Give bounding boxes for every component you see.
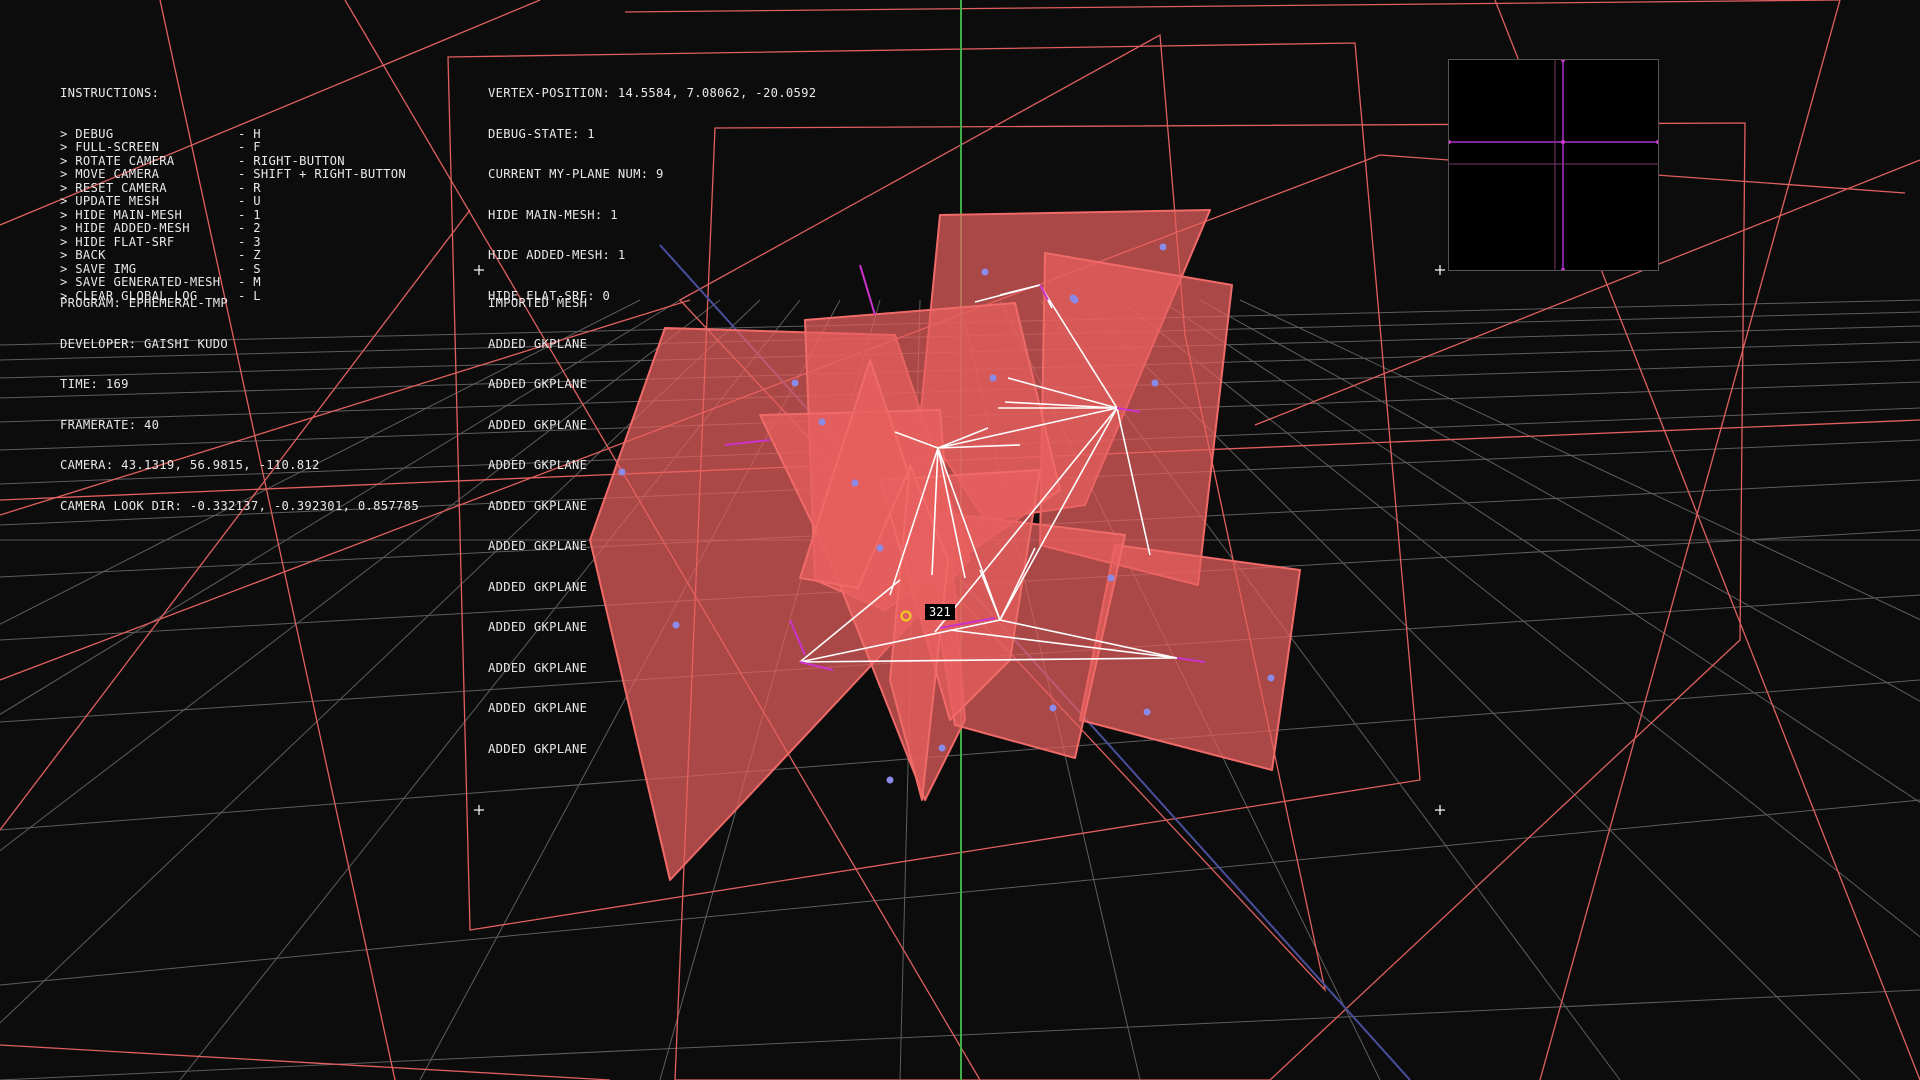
instruction-action: > DEBUG [60, 126, 114, 141]
instruction-key: - SHIFT + RIGHT-BUTTON [238, 167, 407, 181]
instruction-action: > HIDE FLAT-SRF [60, 234, 175, 249]
program-info-line: TIME: 169 [60, 377, 129, 391]
instruction-row: > HIDE FLAT-SRF - 3 [60, 235, 261, 250]
instruction-row: > RESET CAMERA - R [60, 181, 261, 196]
log-entry: ADDED GKPLANE [488, 498, 588, 513]
minimap-canvas [1447, 58, 1660, 272]
instruction-key: - 1 [238, 207, 261, 222]
log-entry: ADDED GKPLANE [488, 741, 588, 756]
debug-info-line: VERTEX-POSITION: 14.5584, 7.08062, -20.0… [488, 86, 817, 100]
instruction-row: > UPDATE MESH - U [60, 194, 261, 209]
minimap-point [1561, 58, 1565, 62]
instruction-key: - Z [238, 248, 261, 262]
instruction-row: > MOVE CAMERA - SHIFT + RIGHT-BUTTON [60, 167, 406, 182]
minimap[interactable] [1447, 58, 1660, 272]
log-entry: IMPORTED MESH [488, 296, 588, 310]
instruction-key: - U [238, 194, 261, 208]
instruction-action: > HIDE ADDED-MESH [60, 221, 190, 235]
instruction-row: > BACK - Z [60, 248, 261, 263]
instruction-key: - F [238, 140, 261, 154]
instruction-action: > BACK [60, 248, 106, 262]
minimap-point [1561, 140, 1565, 144]
instruction-action: > FULL-SCREEN [60, 140, 160, 154]
instruction-key: - 2 [238, 221, 261, 235]
log-entry: ADDED GKPLANE [488, 701, 588, 715]
instruction-row: > ROTATE CAMERA - RIGHT-BUTTON [60, 154, 345, 169]
log-entry: ADDED GKPLANE [488, 417, 588, 432]
instruction-row: > FULL-SCREEN - F [60, 140, 261, 155]
instruction-row: > HIDE MAIN-MESH - 1 [60, 208, 261, 223]
debug-info-line: CURRENT MY-PLANE NUM: 9 [488, 167, 664, 181]
log-entry: ADDED GKPLANE [488, 660, 588, 675]
log-entry: ADDED GKPLANE [488, 579, 588, 594]
program-info-panel: PROGRAM: EPHEMERAL-TMP DEVELOPER: GAISHI… [60, 270, 419, 527]
instruction-key: - 3 [238, 234, 261, 249]
program-info-line: FRAMERATE: 40 [60, 417, 160, 432]
instructions-title: INSTRUCTIONS: [60, 86, 160, 100]
instruction-action: > MOVE CAMERA [60, 167, 160, 181]
instruction-key: - H [238, 126, 261, 141]
instruction-row: > HIDE ADDED-MESH - 2 [60, 221, 261, 236]
program-info-line: CAMERA: 43.1319, 56.9815, -110.812 [60, 458, 320, 472]
instruction-action: > RESET CAMERA [60, 180, 167, 195]
program-info-line: DEVELOPER: GAISHI KUDO [60, 336, 229, 351]
debug-info-line: DEBUG-STATE: 1 [488, 126, 595, 141]
log-entry: ADDED GKPLANE [488, 620, 588, 634]
log-entry: ADDED GKPLANE [488, 377, 588, 391]
program-info-line: PROGRAM: EPHEMERAL-TMP [60, 296, 229, 310]
instruction-action: > UPDATE MESH [60, 194, 160, 208]
debug-info-line: HIDE ADDED-MESH: 1 [488, 248, 626, 262]
log-entry: ADDED GKPLANE [488, 539, 588, 553]
debug-info-line: HIDE MAIN-MESH: 1 [488, 207, 618, 222]
log-entry: ADDED GKPLANE [488, 458, 588, 472]
instruction-key: - RIGHT-BUTTON [238, 153, 345, 168]
minimap-point [1656, 140, 1660, 144]
instruction-action: > ROTATE CAMERA [60, 153, 175, 168]
vertex-index-label: 321 [925, 604, 955, 620]
log-entry: ADDED GKPLANE [488, 336, 588, 351]
instruction-key: - R [238, 180, 261, 195]
instruction-action: > HIDE MAIN-MESH [60, 207, 183, 222]
instruction-row: > DEBUG - H [60, 126, 261, 142]
minimap-point [1561, 268, 1565, 272]
global-log-panel: IMPORTED MESH ADDED GKPLANE ADDED GKPLAN… [488, 270, 587, 770]
program-info-line: CAMERA LOOK DIR: -0.332137, -0.392301, 0… [60, 498, 419, 513]
minimap-point [1447, 140, 1451, 144]
